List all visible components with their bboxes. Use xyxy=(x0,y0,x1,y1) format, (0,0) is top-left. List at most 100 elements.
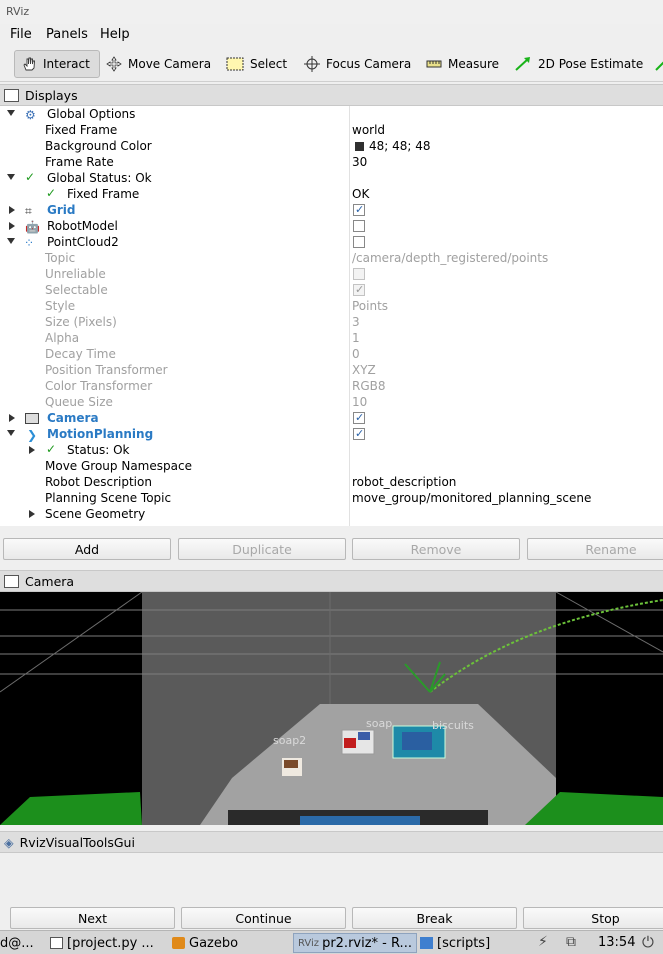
tree-value[interactable]: 10 xyxy=(352,394,367,410)
tree-row-scene-geometry[interactable]: Scene Geometry xyxy=(0,506,663,522)
tree-value[interactable]: 0 xyxy=(352,346,360,362)
tree-value[interactable]: /camera/depth_registered/points xyxy=(352,250,548,266)
expand-arrow-icon[interactable] xyxy=(7,430,15,436)
motionplanning-checkbox[interactable] xyxy=(353,426,365,442)
tree-row-global-options[interactable]: ⚙ Global Options xyxy=(0,106,663,122)
displays-tree[interactable]: ⚙ Global Options Fixed Frame world Backg… xyxy=(0,106,663,526)
grid-checkbox[interactable] xyxy=(353,202,365,218)
displays-title: Displays xyxy=(25,87,78,103)
tree-label: Status: Ok xyxy=(67,443,130,457)
title-bar: RViz xyxy=(0,0,663,24)
tree-value[interactable]: robot_description xyxy=(352,474,456,490)
tree-value[interactable]: 30 xyxy=(352,154,367,170)
selectable-checkbox[interactable] xyxy=(353,282,365,298)
expand-arrow-icon[interactable] xyxy=(9,222,15,230)
tree-row-selectable[interactable]: Selectable xyxy=(0,282,663,298)
tree-value[interactable]: 3 xyxy=(352,314,360,330)
taskbar-label: [scripts] xyxy=(437,935,491,951)
tree-row-camera[interactable]: Camera xyxy=(0,410,663,426)
taskbar-item-terminal[interactable]: d@... xyxy=(0,933,34,953)
camera-view[interactable]: soap2 soap biscuits xyxy=(0,592,663,825)
network-icon[interactable]: ⧉ xyxy=(566,934,576,950)
interact-tool[interactable]: Interact xyxy=(14,50,100,78)
flash-icon[interactable]: ⚡ xyxy=(538,934,548,950)
tree-row-topic[interactable]: Topic /camera/depth_registered/points xyxy=(0,250,663,266)
rviz-icon: RViz xyxy=(298,937,320,949)
tree-row-decay-time[interactable]: Decay Time 0 xyxy=(0,346,663,362)
move-camera-tool[interactable]: Move Camera xyxy=(100,50,217,78)
tree-label: Color Transformer xyxy=(45,379,153,393)
menu-panels[interactable]: Panels xyxy=(46,27,88,42)
tree-label: Fixed Frame xyxy=(67,187,140,201)
power-icon[interactable]: ⏻ xyxy=(642,933,654,951)
break-button[interactable]: Break xyxy=(352,907,517,929)
clock[interactable]: 13:54 xyxy=(598,935,635,950)
grid-icon: ⌗ xyxy=(25,204,32,218)
select-tool[interactable]: Select xyxy=(220,50,293,78)
rvt-title: RvizVisualToolsGui xyxy=(19,834,135,850)
expand-arrow-icon[interactable] xyxy=(9,206,15,214)
unreliable-checkbox[interactable] xyxy=(353,268,365,280)
tree-row-mp-status[interactable]: ✓ Status: Ok xyxy=(0,442,663,458)
expand-arrow-icon[interactable] xyxy=(29,510,35,518)
tree-row-color-transformer[interactable]: Color Transformer RGB8 xyxy=(0,378,663,394)
pose-estimate-tool[interactable]: 2D Pose Estimate xyxy=(508,50,649,78)
taskbar-item-rviz[interactable]: RViz pr2.rviz* - R... xyxy=(293,933,417,953)
tree-value[interactable]: XYZ xyxy=(352,362,376,378)
tree-row-size-pixels[interactable]: Size (Pixels) 3 xyxy=(0,314,663,330)
tree-row-robot-description[interactable]: Robot Description robot_description xyxy=(0,474,663,490)
tree-row-frame-rate[interactable]: Frame Rate 30 xyxy=(0,154,663,170)
camera-checkbox[interactable] xyxy=(353,410,365,426)
tree-row-unreliable[interactable]: Unreliable xyxy=(0,266,663,282)
tree-row-pointcloud2[interactable]: ⁘ PointCloud2 xyxy=(0,234,663,250)
tree-row-background-color[interactable]: Background Color 48; 48; 48 xyxy=(0,138,663,154)
duplicate-button[interactable]: Duplicate xyxy=(178,538,346,560)
add-button[interactable]: Add xyxy=(3,538,171,560)
next-button[interactable]: Next xyxy=(10,907,175,929)
expand-arrow-icon[interactable] xyxy=(29,446,35,454)
tree-value[interactable]: world xyxy=(352,122,385,138)
tree-value[interactable]: 48; 48; 48 xyxy=(369,138,431,154)
tree-row-global-status[interactable]: ✓ Global Status: Ok xyxy=(0,170,663,186)
tree-row-queue-size[interactable]: Queue Size 10 xyxy=(0,394,663,410)
tree-row-position-transformer[interactable]: Position Transformer XYZ xyxy=(0,362,663,378)
tree-row-fixed-frame[interactable]: Fixed Frame world xyxy=(0,122,663,138)
rename-button[interactable]: Rename xyxy=(527,538,663,560)
folder-icon xyxy=(420,937,433,949)
tree-label: Scene Geometry xyxy=(45,507,146,521)
tree-row-move-group-namespace[interactable]: Move Group Namespace xyxy=(0,458,663,474)
tree-row-status-fixed-frame[interactable]: ✓ Fixed Frame OK xyxy=(0,186,663,202)
remove-button[interactable]: Remove xyxy=(352,538,520,560)
tree-row-grid[interactable]: ⌗ Grid xyxy=(0,202,663,218)
tree-value[interactable]: move_group/monitored_planning_scene xyxy=(352,490,591,506)
expand-arrow-icon[interactable] xyxy=(9,414,15,422)
tree-row-style[interactable]: Style Points xyxy=(0,298,663,314)
menu-help[interactable]: Help xyxy=(100,27,130,42)
tree-value[interactable]: 1 xyxy=(352,330,360,346)
rviz-logo: RViz xyxy=(6,5,30,18)
expand-arrow-icon[interactable] xyxy=(7,174,15,180)
taskbar-item-project[interactable]: [project.py ... xyxy=(50,933,154,953)
tree-row-robotmodel[interactable]: 🤖 RobotModel xyxy=(0,218,663,234)
green-arrow-icon xyxy=(515,57,530,71)
measure-tool[interactable]: Measure xyxy=(420,50,505,78)
tree-label: Frame Rate xyxy=(45,155,114,169)
tree-row-motionplanning[interactable]: ❯ MotionPlanning xyxy=(0,426,663,442)
tree-row-planning-scene-topic[interactable]: Planning Scene Topic move_group/monitore… xyxy=(0,490,663,506)
stop-button[interactable]: Stop xyxy=(523,907,663,929)
expand-arrow-icon[interactable] xyxy=(7,238,15,244)
robotmodel-checkbox[interactable] xyxy=(353,220,365,232)
menu-file[interactable]: File xyxy=(10,27,32,42)
taskbar-item-scripts[interactable]: [scripts] xyxy=(420,933,490,953)
expand-arrow-icon[interactable] xyxy=(7,110,15,116)
tree-label: MotionPlanning xyxy=(47,427,154,441)
tree-row-alpha[interactable]: Alpha 1 xyxy=(0,330,663,346)
color-swatch xyxy=(355,142,364,151)
pointcloud2-checkbox[interactable] xyxy=(353,236,365,248)
tree-value[interactable]: Points xyxy=(352,298,388,314)
focus-camera-tool[interactable]: Focus Camera xyxy=(298,50,417,78)
next-tool-partial[interactable] xyxy=(648,50,663,78)
continue-button[interactable]: Continue xyxy=(181,907,346,929)
taskbar-item-gazebo[interactable]: Gazebo xyxy=(172,933,238,953)
tree-value[interactable]: RGB8 xyxy=(352,378,386,394)
